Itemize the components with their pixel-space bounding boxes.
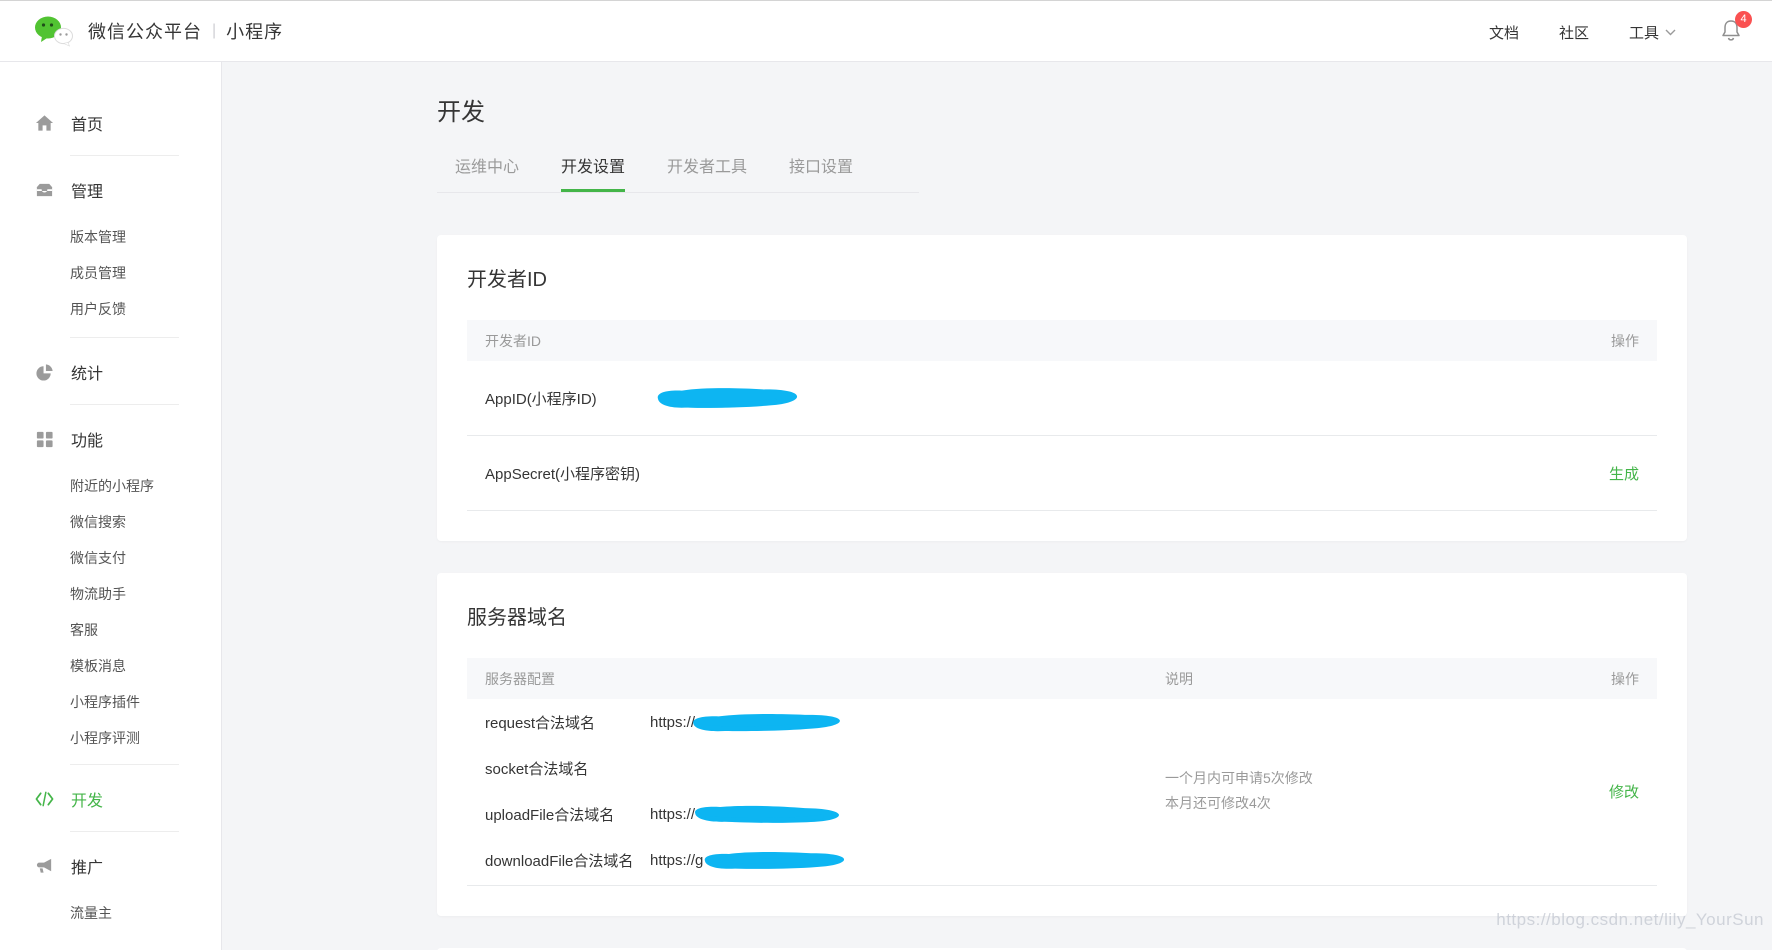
tab-operations-center[interactable]: 运维中心	[455, 153, 519, 192]
notification-bell[interactable]: 4	[1720, 18, 1742, 47]
column-header-server-config: 服务器配置	[467, 669, 650, 689]
modify-domain-link[interactable]: 修改	[1609, 784, 1639, 801]
sidebar-item-features[interactable]: 功能	[0, 424, 221, 454]
server-domain-table-body: request合法域名 https:// socket合法域名 uploadFi…	[467, 699, 1657, 886]
sidebar-sub-template-message[interactable]: 模板消息	[0, 648, 221, 684]
developer-id-table-header: 开发者ID 操作	[467, 320, 1657, 361]
redacted-uploadfile-domain	[687, 804, 842, 825]
top-header: 微信公众平台 | 小程序 文档 社区 工具 4	[0, 0, 1772, 62]
tab-bar: 运维中心 开发设置 开发者工具 接口设置	[437, 153, 919, 193]
brand: 微信公众平台 | 小程序	[34, 15, 283, 47]
megaphone-icon	[35, 857, 54, 875]
sidebar-divider	[70, 764, 179, 765]
table-row-appid: AppID(小程序ID)	[467, 361, 1657, 436]
sidebar-sub-logistics[interactable]: 物流助手	[0, 576, 221, 612]
developer-id-table: 开发者ID 操作 AppID(小程序ID) AppSecret(小程序密钥) 生…	[467, 320, 1657, 511]
uploadfile-domain-label: uploadFile合法域名	[467, 791, 650, 837]
server-domain-table-header: 服务器配置 说明 操作	[467, 658, 1657, 699]
table-row-appsecret: AppSecret(小程序密钥) 生成	[467, 436, 1657, 511]
sidebar-divider	[70, 155, 179, 156]
nav-docs-link[interactable]: 文档	[1489, 22, 1519, 43]
brand-title: 微信公众平台	[88, 18, 202, 44]
page-title: 开发	[437, 92, 1687, 127]
grid-icon	[35, 430, 54, 448]
socket-domain-label: socket合法域名	[467, 745, 650, 791]
downloadfile-domain-label: downloadFile合法域名	[467, 837, 650, 883]
sidebar-sub-miniprogram-plugin[interactable]: 小程序插件	[0, 684, 221, 720]
chevron-down-icon	[1665, 29, 1676, 36]
request-domain-label: request合法域名	[467, 699, 650, 745]
sidebar-item-home[interactable]: 首页	[0, 108, 221, 138]
request-domain-value: https://	[650, 699, 1165, 745]
server-domain-card: 服务器域名 服务器配置 说明 操作 request合法域名 https:// s…	[437, 573, 1687, 916]
column-header-note: 说明	[1165, 669, 1537, 689]
code-icon	[35, 790, 54, 808]
sidebar-sub-member-manage[interactable]: 成员管理	[0, 255, 221, 291]
domain-modify-note: 一个月内可申请5次修改 本月还可修改4次	[1165, 766, 1537, 816]
home-icon	[35, 114, 54, 132]
generate-secret-link[interactable]: 生成	[1609, 466, 1639, 483]
watermark-text: https://blog.csdn.net/lily_YourSun	[1496, 910, 1764, 930]
main-content: 开发 运维中心 开发设置 开发者工具 接口设置 开发者ID 开发者ID 操作 A…	[437, 62, 1687, 950]
sidebar-sub-traffic-master[interactable]: 流量主	[0, 895, 221, 931]
tab-development-settings[interactable]: 开发设置	[561, 153, 625, 192]
appsecret-label: AppSecret(小程序密钥)	[467, 463, 650, 484]
notification-badge: 4	[1735, 11, 1752, 28]
developer-id-card: 开发者ID 开发者ID 操作 AppID(小程序ID) AppSecret(小程…	[437, 235, 1687, 541]
sidebar-divider	[70, 831, 179, 832]
brand-product: 小程序	[226, 18, 283, 44]
redacted-request-domain	[685, 711, 843, 733]
server-domain-table: 服务器配置 说明 操作 request合法域名 https:// socket合…	[467, 658, 1657, 886]
nav-community-link[interactable]: 社区	[1559, 22, 1589, 43]
downloadfile-domain-value: https://g	[650, 837, 1165, 883]
pie-icon	[35, 363, 54, 381]
uploadfile-domain-value: https://	[650, 791, 1165, 837]
sidebar-item-statistics[interactable]: 统计	[0, 357, 221, 387]
tab-developer-tools[interactable]: 开发者工具	[667, 153, 747, 192]
brand-separator: |	[212, 22, 216, 40]
sidebar-sub-nearby-miniprogram[interactable]: 附近的小程序	[0, 468, 221, 504]
developer-id-card-title: 开发者ID	[467, 263, 1657, 292]
nav-tools-link[interactable]: 工具	[1629, 22, 1676, 43]
socket-domain-value	[650, 745, 1165, 791]
tray-icon	[35, 181, 54, 199]
sidebar-item-develop[interactable]: 开发	[0, 784, 221, 814]
sidebar-item-manage[interactable]: 管理	[0, 175, 221, 205]
sidebar-item-promotion[interactable]: 推广	[0, 851, 221, 881]
wechat-logo-icon	[34, 15, 74, 47]
sidebar: 首页 管理 版本管理 成员管理 用户反馈 统计 功能 附近的小程序 微信搜	[0, 62, 222, 950]
tab-api-settings[interactable]: 接口设置	[789, 153, 853, 192]
sidebar-sub-miniprogram-evaluation[interactable]: 小程序评测	[0, 720, 221, 756]
sidebar-sub-wechat-search[interactable]: 微信搜索	[0, 504, 221, 540]
sidebar-divider	[70, 337, 179, 338]
redacted-appid-value	[650, 386, 800, 410]
column-header-action: 操作	[1537, 331, 1657, 351]
sidebar-sub-version-manage[interactable]: 版本管理	[0, 219, 221, 255]
column-header-name: 开发者ID	[467, 331, 650, 351]
sidebar-sub-customer-service[interactable]: 客服	[0, 612, 221, 648]
sidebar-sub-wechat-pay[interactable]: 微信支付	[0, 540, 221, 576]
server-domain-card-title: 服务器域名	[467, 601, 1657, 630]
sidebar-divider	[70, 404, 179, 405]
redacted-downloadfile-domain	[697, 850, 847, 870]
sidebar-sub-user-feedback[interactable]: 用户反馈	[0, 291, 221, 327]
column-header-action: 操作	[1537, 669, 1657, 689]
top-nav: 文档 社区 工具 4	[1449, 1, 1756, 63]
appid-label: AppID(小程序ID)	[467, 388, 650, 409]
